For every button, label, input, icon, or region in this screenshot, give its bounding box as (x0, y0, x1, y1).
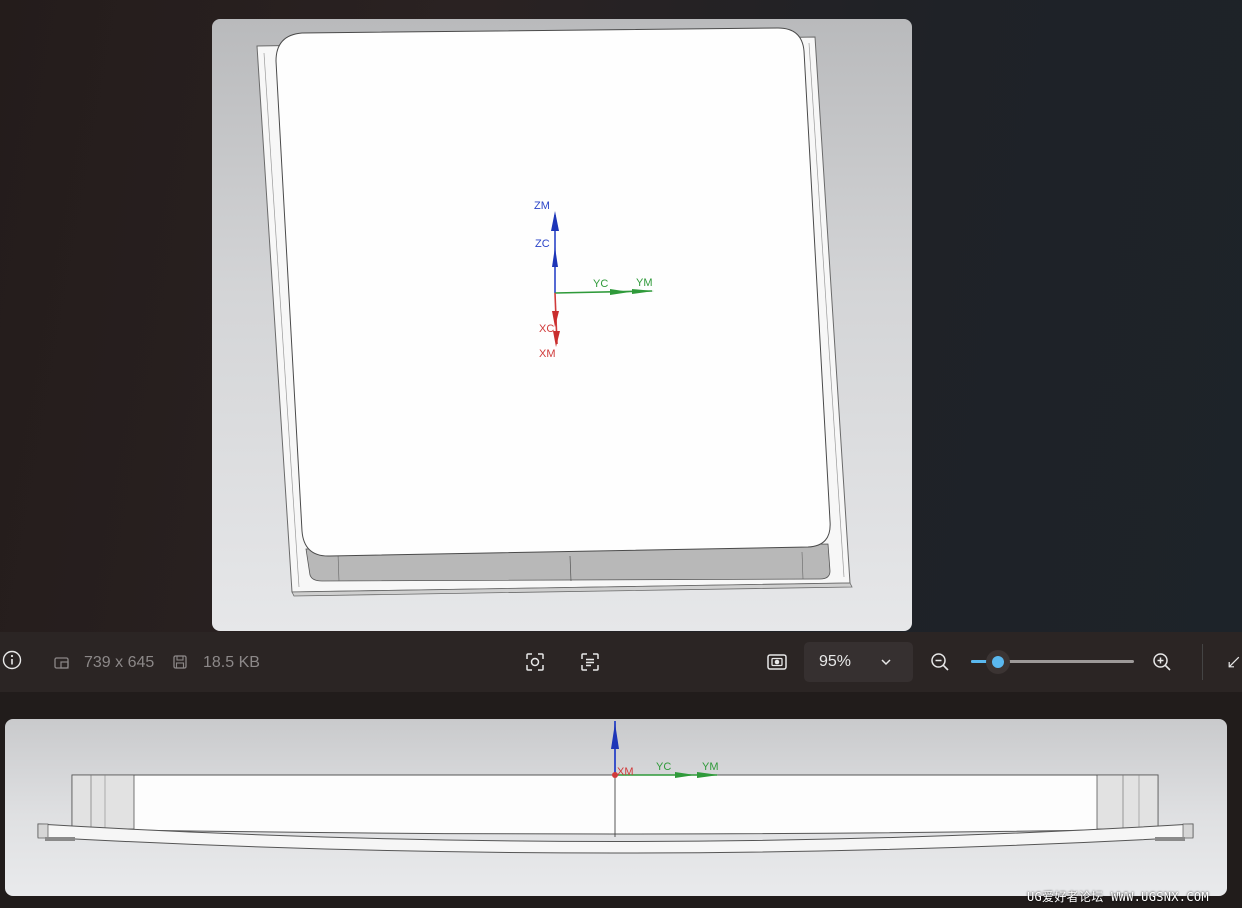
watermark-text: UG爱好者论坛 WWW.UGSNX.COM (1027, 890, 1209, 904)
side-axis-label-xm: XM (617, 766, 634, 778)
save-disk-icon (172, 654, 188, 670)
zoom-out-icon[interactable] (930, 652, 950, 672)
visual-search-icon[interactable] (524, 651, 546, 673)
axis-label-xm: XM (539, 348, 556, 360)
zoom-level-value: 95% (819, 653, 852, 670)
axis-label-zm: ZM (534, 200, 550, 212)
image-size-icon (53, 654, 71, 670)
viewer-toolbar: 739 x 645 18.5 KB 95% (0, 632, 1242, 693)
axis-label-xc: XC (539, 323, 554, 335)
axis-label-ym: YM (636, 277, 653, 289)
image-dimensions: 739 x 645 (84, 654, 155, 671)
chevron-down-icon (879, 655, 893, 669)
side-axis-label-yc: YC (656, 761, 671, 773)
main-image[interactable]: ZM ZC YC YM XC XM (212, 19, 912, 631)
zoom-in-icon[interactable] (1152, 652, 1172, 672)
zoom-level-dropdown[interactable]: 95% (804, 642, 913, 682)
info-icon[interactable] (2, 650, 22, 670)
text-recognition-icon[interactable] (579, 651, 601, 673)
axis-label-yc: YC (593, 278, 608, 290)
expand-icon[interactable] (1226, 652, 1242, 672)
fit-to-window-icon[interactable] (766, 651, 788, 673)
file-size: 18.5 KB (203, 654, 260, 671)
axis-label-zc: ZC (535, 238, 550, 250)
side-axis-label-ym: YM (702, 761, 719, 773)
side-view-image[interactable]: XM YC YM (5, 719, 1227, 896)
zoom-slider-handle[interactable] (986, 650, 1010, 674)
toolbar-divider (1202, 644, 1203, 680)
